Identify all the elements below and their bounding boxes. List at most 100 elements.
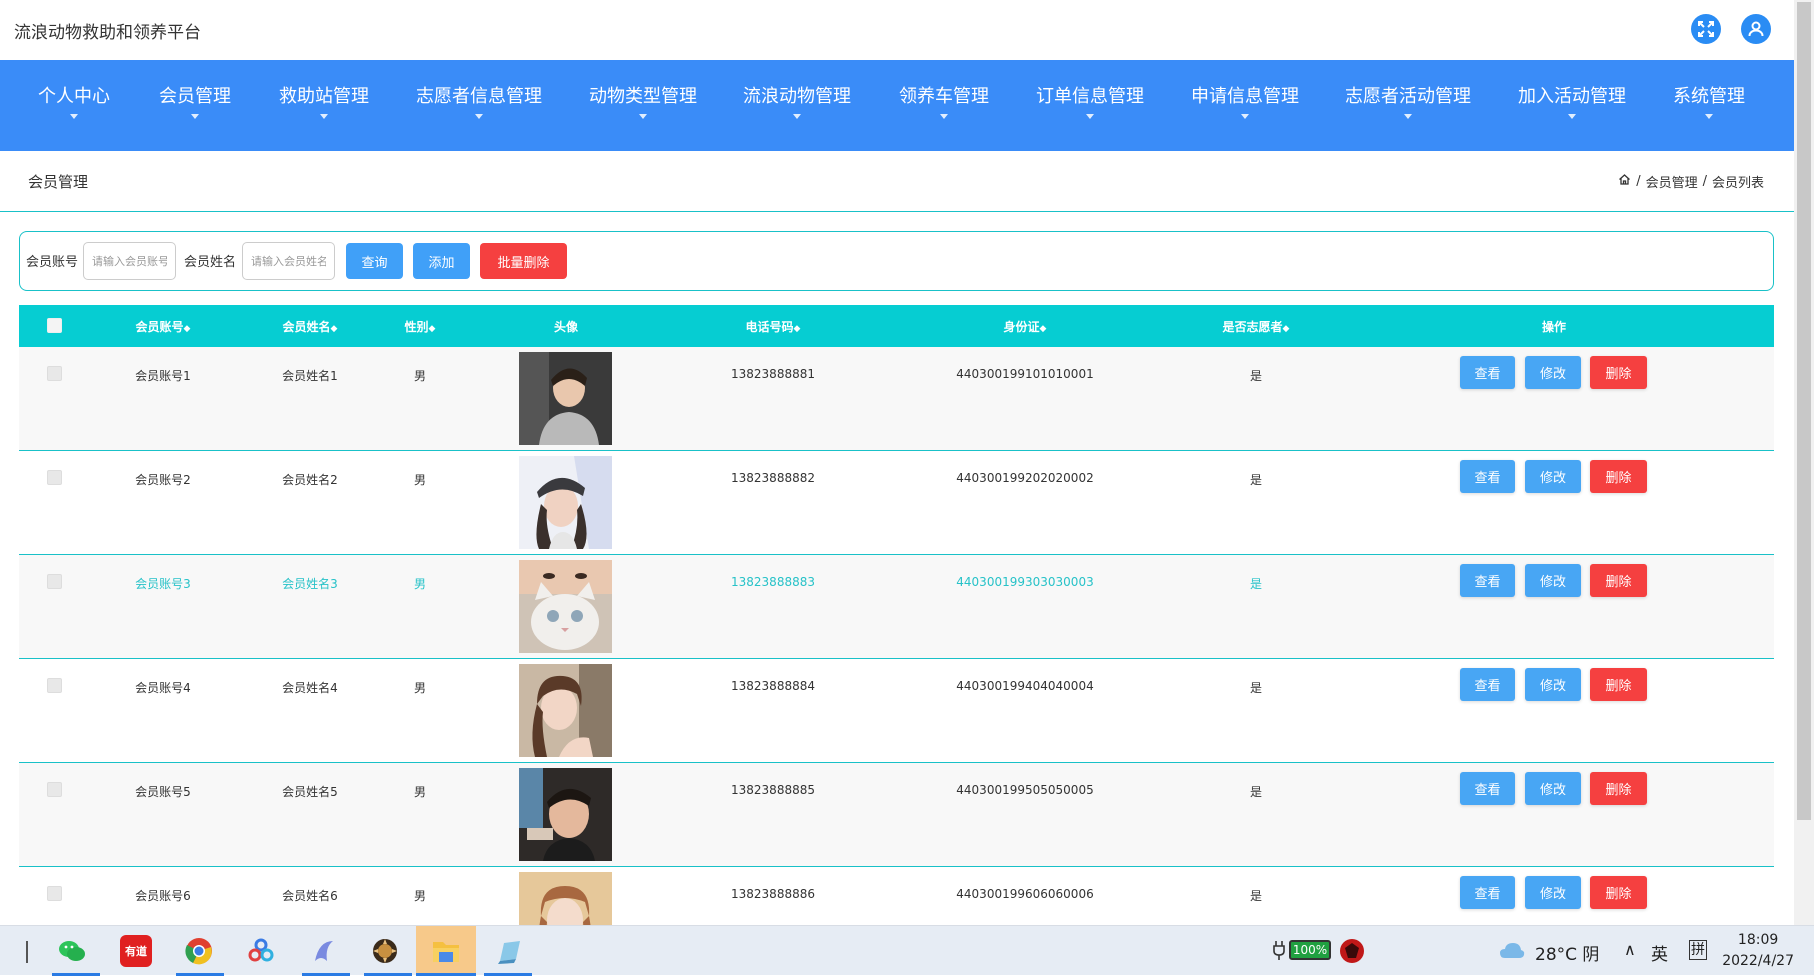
system-clock[interactable]: 18:09 2022/4/27: [1722, 930, 1794, 972]
edit-button[interactable]: 修改: [1525, 564, 1581, 597]
view-button[interactable]: 查看: [1460, 356, 1515, 389]
edit-button[interactable]: 修改: [1525, 356, 1581, 389]
column-header-phone[interactable]: 电话号码◆: [746, 318, 801, 335]
account-search-input[interactable]: [83, 242, 176, 280]
column-header-volunteer[interactable]: 是否志愿者◆: [1223, 318, 1290, 335]
row-checkbox[interactable]: [47, 782, 62, 797]
edit-button[interactable]: 修改: [1525, 772, 1581, 805]
cell-name: 会员姓名3: [282, 577, 338, 591]
edit-button[interactable]: 修改: [1525, 668, 1581, 701]
cell-id-card: 440300199303030003: [956, 575, 1094, 589]
view-button[interactable]: 查看: [1460, 564, 1515, 597]
cell-name: 会员姓名1: [282, 369, 338, 383]
view-button[interactable]: 查看: [1460, 460, 1515, 493]
sort-icon: ◆: [183, 324, 191, 334]
table-row[interactable]: 会员账号3 会员姓名3 男 13823888883 44030019930303…: [19, 555, 1774, 659]
column-header-gender[interactable]: 性别◆: [405, 318, 436, 335]
cell-gender: 男: [413, 473, 427, 487]
weather-cloud-icon[interactable]: [1498, 940, 1526, 966]
nav-item-volunteer-info[interactable]: 志愿者信息管理: [416, 82, 542, 119]
cell-id-card: 440300199505050005: [956, 783, 1094, 797]
column-header-name[interactable]: 会员姓名◆: [283, 318, 338, 335]
nav-item-join-activity[interactable]: 加入活动管理: [1518, 82, 1626, 119]
add-button[interactable]: 添加: [413, 243, 470, 279]
breadcrumb-member-list: 会员列表: [1711, 176, 1764, 191]
member-table: 会员账号◆ 会员姓名◆ 性别◆ 头像 电话号码◆ 身份证◆ 是否志愿者◆ 操作 …: [19, 305, 1774, 925]
breadcrumb: / 会员管理 / 会员列表: [1618, 172, 1764, 191]
view-button[interactable]: 查看: [1460, 772, 1515, 805]
file-explorer-icon[interactable]: [430, 935, 462, 967]
select-all-checkbox[interactable]: [47, 318, 62, 333]
view-button[interactable]: 查看: [1460, 876, 1515, 909]
chrome-icon[interactable]: [183, 935, 215, 967]
view-button[interactable]: 查看: [1460, 668, 1515, 701]
battery-indicator[interactable]: 100%: [1289, 940, 1331, 960]
cloud-drive-icon[interactable]: [245, 935, 277, 967]
edit-button[interactable]: 修改: [1525, 460, 1581, 493]
name-search-input[interactable]: [242, 242, 335, 280]
table-row[interactable]: 会员账号4 会员姓名4 男 13823888884 44030019940404…: [19, 659, 1774, 763]
scrollbar-thumb[interactable]: [1797, 2, 1811, 820]
fullscreen-icon[interactable]: [1691, 14, 1721, 44]
table-row[interactable]: 会员账号6 会员姓名6 男 13823888886 44030019960606…: [19, 867, 1774, 925]
column-header-ops: 操作: [1541, 320, 1567, 334]
edit-button[interactable]: 修改: [1525, 876, 1581, 909]
avatar[interactable]: [519, 456, 612, 549]
nav-item-stray-animal[interactable]: 流浪动物管理: [743, 82, 851, 119]
user-icon[interactable]: [1741, 14, 1771, 44]
batch-delete-button[interactable]: 批量删除: [480, 243, 567, 279]
row-checkbox[interactable]: [47, 470, 62, 485]
avatar[interactable]: [519, 872, 612, 925]
nav-item-animal-type[interactable]: 动物类型管理: [589, 82, 697, 119]
breadcrumb-member-management[interactable]: 会员管理: [1646, 172, 1698, 191]
row-checkbox[interactable]: [47, 886, 62, 901]
nav-item-personal-center[interactable]: 个人中心: [38, 82, 110, 119]
power-plug-icon[interactable]: [1272, 939, 1286, 965]
nav-item-volunteer-activity[interactable]: 志愿者活动管理: [1345, 82, 1471, 119]
nav-item-adoption-cart[interactable]: 领养车管理: [899, 82, 989, 119]
row-checkbox[interactable]: [47, 574, 62, 589]
table-row[interactable]: 会员账号2 会员姓名2 男 13823888882 44030019920202…: [19, 451, 1774, 555]
delete-button[interactable]: 删除: [1590, 460, 1647, 493]
nav-item-order-info[interactable]: 订单信息管理: [1036, 82, 1144, 119]
taskbar: 有道 100% 28°C 阴 ∧ 英 拼 18:09 2022/4/27: [0, 925, 1814, 976]
query-button[interactable]: 查询: [346, 243, 403, 279]
nav-item-system[interactable]: 系统管理: [1673, 82, 1745, 119]
ime-language[interactable]: 英: [1651, 940, 1668, 965]
nav-item-application-info[interactable]: 申请信息管理: [1191, 82, 1299, 119]
weather-text[interactable]: 28°C 阴: [1535, 940, 1599, 965]
avatar[interactable]: [519, 352, 612, 445]
delete-button[interactable]: 删除: [1590, 668, 1647, 701]
cell-name: 会员姓名4: [282, 681, 338, 695]
cell-volunteer: 是: [1249, 889, 1263, 903]
wechat-icon[interactable]: [56, 935, 88, 967]
column-header-id-card[interactable]: 身份证◆: [1004, 318, 1047, 335]
table-row[interactable]: 会员账号1 会员姓名1 男 13823888881 44030019910101…: [19, 347, 1774, 451]
delete-button[interactable]: 删除: [1590, 564, 1647, 597]
delete-button[interactable]: 删除: [1590, 772, 1647, 805]
avatar[interactable]: [519, 560, 612, 653]
avatar[interactable]: [519, 664, 612, 757]
delete-button[interactable]: 删除: [1590, 876, 1647, 909]
dolphin-app-icon[interactable]: [307, 935, 339, 967]
nav-item-member-management[interactable]: 会员管理: [159, 82, 231, 119]
cell-name: 会员姓名6: [282, 889, 338, 903]
cell-volunteer: 是: [1249, 577, 1263, 591]
home-icon[interactable]: [1618, 173, 1631, 190]
youdao-icon[interactable]: 有道: [120, 935, 152, 967]
row-checkbox[interactable]: [47, 366, 62, 381]
avatar[interactable]: [519, 768, 612, 861]
ime-mode[interactable]: 拼: [1689, 940, 1707, 960]
game-app-icon[interactable]: [369, 935, 401, 967]
chevron-up-icon[interactable]: ∧: [1624, 940, 1636, 959]
table-row[interactable]: 会员账号5 会员姓名5 男 13823888885 44030019950505…: [19, 763, 1774, 867]
notepad-icon[interactable]: [492, 935, 524, 967]
delete-button[interactable]: 删除: [1590, 356, 1647, 389]
cell-id-card: 440300199202020002: [956, 471, 1094, 485]
page-scrollbar[interactable]: [1794, 0, 1814, 925]
column-header-account[interactable]: 会员账号◆: [136, 318, 191, 335]
main-nav: 个人中心 会员管理 救助站管理 志愿者信息管理 动物类型管理 流浪动物管理 领养…: [0, 60, 1794, 151]
row-checkbox[interactable]: [47, 678, 62, 693]
nav-item-rescue-station[interactable]: 救助站管理: [279, 82, 369, 119]
antivirus-icon[interactable]: [1339, 938, 1365, 968]
